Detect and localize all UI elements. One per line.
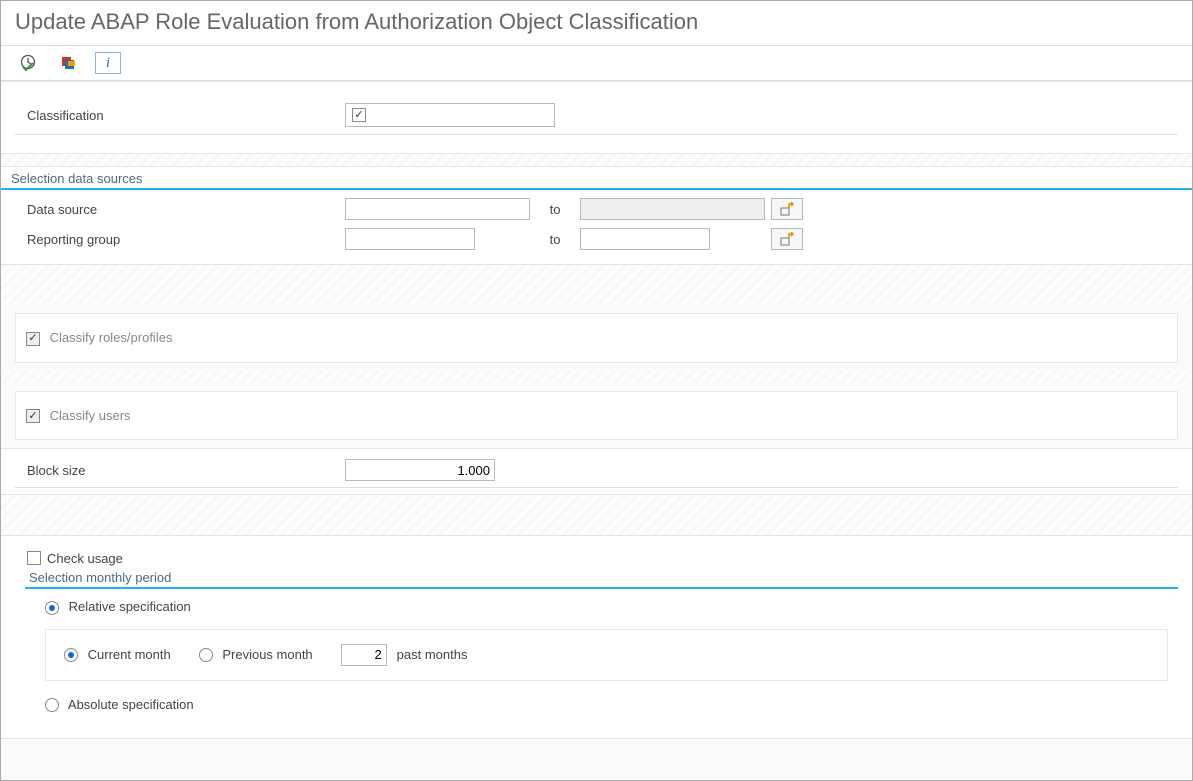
classify-roles-label: Classify roles/profiles xyxy=(50,330,173,345)
classification-check-icon xyxy=(352,108,366,122)
classify-users-label: Classify users xyxy=(50,408,131,423)
to-label-2: to xyxy=(530,232,580,247)
section-title-period: Selection monthly period xyxy=(25,570,1178,589)
section-title-sources: Selection data sources xyxy=(1,171,1192,190)
relative-spec-label: Relative specification xyxy=(69,599,191,614)
clock-check-icon xyxy=(19,54,37,72)
check-usage-label: Check usage xyxy=(47,551,123,566)
previous-month-label: Previous month xyxy=(222,647,312,662)
past-months-label: past months xyxy=(397,647,468,662)
relative-spec-panel: Current month Previous month past months xyxy=(45,629,1168,681)
classify-roles-panel: Classify roles/profiles xyxy=(15,313,1178,363)
main-window: Update ABAP Role Evaluation from Authori… xyxy=(0,0,1193,781)
info-button[interactable]: i xyxy=(95,52,121,74)
multiselect-icon xyxy=(780,232,794,246)
variant-button[interactable] xyxy=(55,52,81,74)
classification-label: Classification xyxy=(15,108,345,123)
classification-field[interactable] xyxy=(345,103,555,127)
to-label: to xyxy=(530,202,580,217)
classify-users-panel: Classify users xyxy=(15,391,1178,441)
execute-button[interactable] xyxy=(15,52,41,74)
absolute-spec-label: Absolute specification xyxy=(68,697,194,712)
toolbar: i xyxy=(1,46,1192,81)
data-source-from-input[interactable] xyxy=(345,198,530,220)
reporting-group-multiselect-button[interactable] xyxy=(771,228,803,250)
reporting-group-to-input[interactable] xyxy=(580,228,710,250)
block-size-label: Block size xyxy=(15,463,345,478)
check-usage-checkbox[interactable] xyxy=(27,551,41,565)
absolute-spec-radio[interactable] xyxy=(45,698,59,712)
page-title: Update ABAP Role Evaluation from Authori… xyxy=(1,1,1192,46)
multiselect-icon xyxy=(780,202,794,216)
classify-users-checkbox xyxy=(26,409,40,423)
reporting-group-from-input[interactable] xyxy=(345,228,475,250)
past-months-input[interactable] xyxy=(341,644,387,666)
data-source-multiselect-button[interactable] xyxy=(771,198,803,220)
folder-color-icon xyxy=(59,54,77,72)
block-size-input[interactable] xyxy=(345,459,495,481)
data-source-to-input[interactable] xyxy=(580,198,765,220)
relative-spec-radio[interactable] xyxy=(45,601,59,615)
content-area: Classification Selection data sources Da… xyxy=(1,81,1192,780)
reporting-group-label: Reporting group xyxy=(15,232,345,247)
previous-month-radio[interactable] xyxy=(199,648,213,662)
current-month-label: Current month xyxy=(88,647,171,662)
classify-roles-checkbox xyxy=(26,332,40,346)
current-month-radio[interactable] xyxy=(64,648,78,662)
info-icon: i xyxy=(106,55,110,72)
data-source-label: Data source xyxy=(15,202,345,217)
